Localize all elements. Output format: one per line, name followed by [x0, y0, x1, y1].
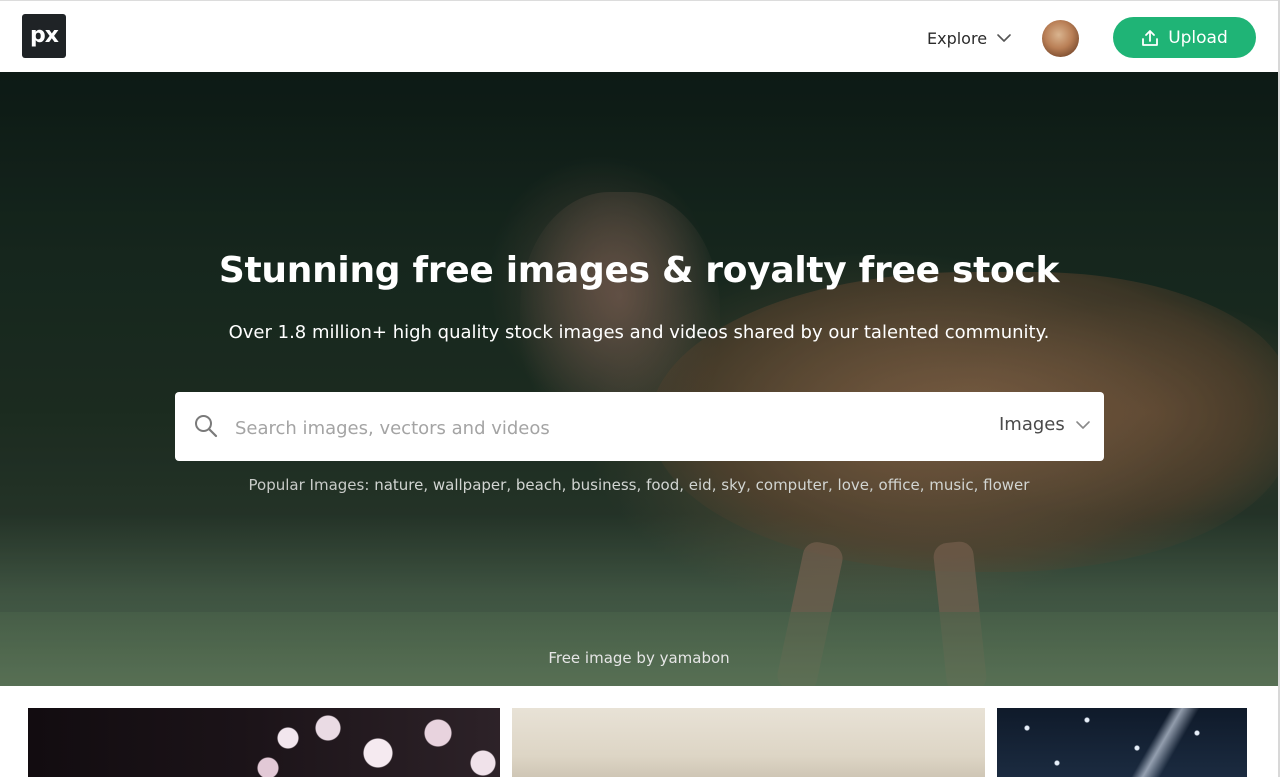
search-bar: Images — [175, 392, 1104, 461]
popular-tag[interactable]: food — [646, 476, 679, 494]
hero-subtitle: Over 1.8 million+ high quality stock ima… — [228, 322, 1050, 343]
popular-tag[interactable]: music — [929, 476, 973, 494]
image-thumbnail[interactable] — [512, 708, 985, 777]
logo[interactable]: px — [22, 14, 66, 58]
media-type-dropdown[interactable]: Images — [999, 414, 1091, 435]
top-navbar: px Explore Upload — [0, 0, 1278, 73]
hero-title: Stunning free images & royalty free stoc… — [218, 250, 1060, 291]
chevron-down-icon — [997, 34, 1011, 42]
popular-tag[interactable]: sky — [721, 476, 746, 494]
hero-section: Stunning free images & royalty free stoc… — [0, 72, 1278, 686]
popular-tag[interactable]: computer — [756, 476, 828, 494]
user-avatar[interactable] — [1042, 20, 1079, 57]
popular-tag[interactable]: eid — [689, 476, 712, 494]
popular-tag[interactable]: flower — [983, 476, 1029, 494]
popular-tag[interactable]: love — [838, 476, 869, 494]
upload-icon — [1142, 29, 1159, 46]
image-grid — [0, 686, 1278, 777]
popular-tags: Popular Images: nature, wallpaper, beach… — [248, 476, 1030, 494]
popular-tag[interactable]: beach — [516, 476, 562, 494]
explore-label: Explore — [927, 28, 988, 48]
popular-tag[interactable]: nature — [374, 476, 423, 494]
search-icon[interactable] — [193, 413, 219, 439]
popular-tag[interactable]: wallpaper — [433, 476, 506, 494]
explore-menu[interactable]: Explore — [927, 25, 1013, 51]
popular-label: Popular Images: — [248, 476, 370, 494]
hero-overlay — [0, 72, 1278, 686]
upload-label: Upload — [1168, 27, 1228, 48]
upload-button[interactable]: Upload — [1113, 17, 1256, 58]
chevron-down-icon — [1075, 420, 1090, 429]
image-thumbnail[interactable] — [997, 708, 1247, 777]
image-credit[interactable]: Free image by yamabon — [0, 649, 1278, 667]
popular-tag[interactable]: office — [879, 476, 920, 494]
media-type-label: Images — [999, 414, 1065, 435]
image-thumbnail[interactable] — [28, 708, 500, 777]
popular-tag[interactable]: business — [571, 476, 636, 494]
search-input[interactable] — [233, 410, 937, 446]
